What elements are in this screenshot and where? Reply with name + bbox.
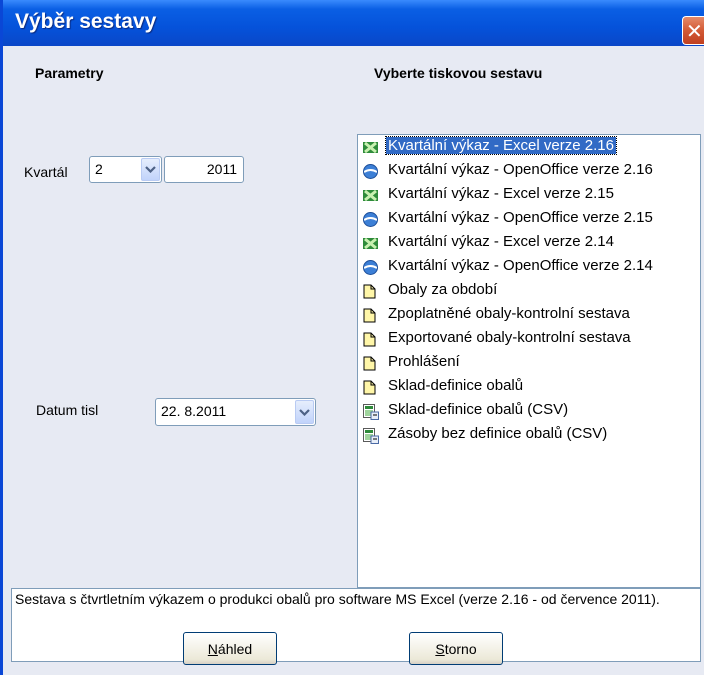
- report-list-item[interactable]: Kvartální výkaz - OpenOffice verze 2.16: [358, 159, 698, 183]
- csv-icon: [363, 404, 379, 420]
- report-list-item[interactable]: Kvartální výkaz - Excel verze 2.14: [358, 231, 698, 255]
- report-list[interactable]: Kvartální výkaz - Excel verze 2.16 Kvartá…: [357, 134, 701, 588]
- report-list-item-label: Kvartální výkaz - OpenOffice verze 2.15: [388, 209, 653, 226]
- preview-button-hotkey: N: [207, 640, 218, 657]
- excel-icon: [363, 188, 378, 203]
- quarter-value: 2: [95, 161, 103, 177]
- chevron-down-icon[interactable]: [141, 158, 160, 181]
- dialog-body: Parametry Kvartál 2 2011 Datum tisl 22. …: [3, 46, 704, 675]
- report-list-item-label: Zpoplatněné obaly-kontrolní sestava: [388, 305, 630, 322]
- dialog-window: Výběr sestavy ✕ Parametry Kvartál 2 2011…: [0, 0, 704, 675]
- report-list-item-label: Exportované obaly-kontrolní sestava: [388, 329, 631, 346]
- report-list-item[interactable]: Prohlášení: [358, 351, 698, 375]
- title-bar[interactable]: Výběr sestavy ✕: [3, 0, 704, 46]
- excel-icon: [363, 140, 378, 155]
- document-icon: [363, 284, 378, 299]
- report-list-item[interactable]: Kvartální výkaz - Excel verze 2.15: [358, 183, 698, 207]
- year-input[interactable]: 2011: [164, 156, 244, 183]
- report-list-item[interactable]: Sklad-definice obalů: [358, 375, 698, 399]
- report-list-item[interactable]: Zpoplatněné obaly-kontrolní sestava: [358, 303, 698, 327]
- openoffice-icon: [363, 164, 378, 179]
- close-icon: ✕: [686, 19, 703, 43]
- document-icon: [363, 308, 378, 323]
- cancel-button-hotkey: S: [435, 640, 445, 657]
- reports-heading: Vyberte tiskovou sestavu: [374, 65, 543, 81]
- report-list-item-label: Prohlášení: [388, 353, 460, 370]
- csv-icon: [363, 428, 379, 444]
- report-list-item[interactable]: Zásoby bez definice obalů (CSV): [358, 423, 698, 447]
- report-list-item[interactable]: Kvartální výkaz - OpenOffice verze 2.15: [358, 207, 698, 231]
- cancel-button-label: torno: [444, 640, 477, 657]
- preview-button[interactable]: Náhled: [183, 632, 277, 665]
- print-date-value: 22. 8.2011: [161, 403, 227, 419]
- report-list-item[interactable]: Sklad-definice obalů (CSV): [358, 399, 698, 423]
- close-button[interactable]: ✕: [682, 16, 704, 45]
- report-list-item-label: Kvartální výkaz - OpenOffice verze 2.16: [388, 161, 653, 178]
- report-list-item-label: Kvartální výkaz - Excel verze 2.15: [388, 185, 614, 202]
- preview-button-label: áhled: [217, 640, 253, 657]
- parameters-heading: Parametry: [35, 65, 104, 81]
- chevron-down-icon[interactable]: [295, 400, 314, 424]
- document-icon: [363, 380, 378, 395]
- openoffice-icon: [363, 260, 378, 275]
- report-list-item-label: Sklad-definice obalů (CSV): [388, 401, 569, 418]
- window-title: Výběr sestavy: [15, 10, 157, 33]
- report-list-item-label: Zásoby bez definice obalů (CSV): [388, 425, 608, 442]
- quarter-select[interactable]: 2: [89, 156, 162, 183]
- year-value: 2011: [206, 161, 237, 177]
- report-list-item[interactable]: Exportované obaly-kontrolní sestava: [358, 327, 698, 351]
- excel-icon: [363, 236, 378, 251]
- document-icon: [363, 332, 378, 347]
- report-list-item-label: Obaly za období: [388, 281, 498, 298]
- report-list-item[interactable]: Obaly za období: [358, 279, 698, 303]
- report-description: Sestava s čtvrtletním výkazem o produkci…: [11, 588, 701, 662]
- print-date-label: Datum tisl: [36, 402, 99, 418]
- report-list-item[interactable]: Kvartální výkaz - OpenOffice verze 2.14: [358, 255, 698, 279]
- report-list-item-label: Kvartální výkaz - OpenOffice verze 2.14: [388, 257, 653, 274]
- document-icon: [363, 356, 378, 371]
- print-date-picker[interactable]: 22. 8.2011: [155, 398, 316, 426]
- report-list-item[interactable]: Kvartální výkaz - Excel verze 2.16: [358, 135, 698, 159]
- cancel-button[interactable]: Storno: [409, 632, 503, 665]
- report-list-item-label: Kvartální výkaz - Excel verze 2.16: [385, 136, 617, 155]
- report-list-item-label: Kvartální výkaz - Excel verze 2.14: [388, 233, 614, 250]
- report-list-item-label: Sklad-definice obalů: [388, 377, 524, 394]
- openoffice-icon: [363, 212, 378, 227]
- quarter-label: Kvartál: [24, 164, 68, 180]
